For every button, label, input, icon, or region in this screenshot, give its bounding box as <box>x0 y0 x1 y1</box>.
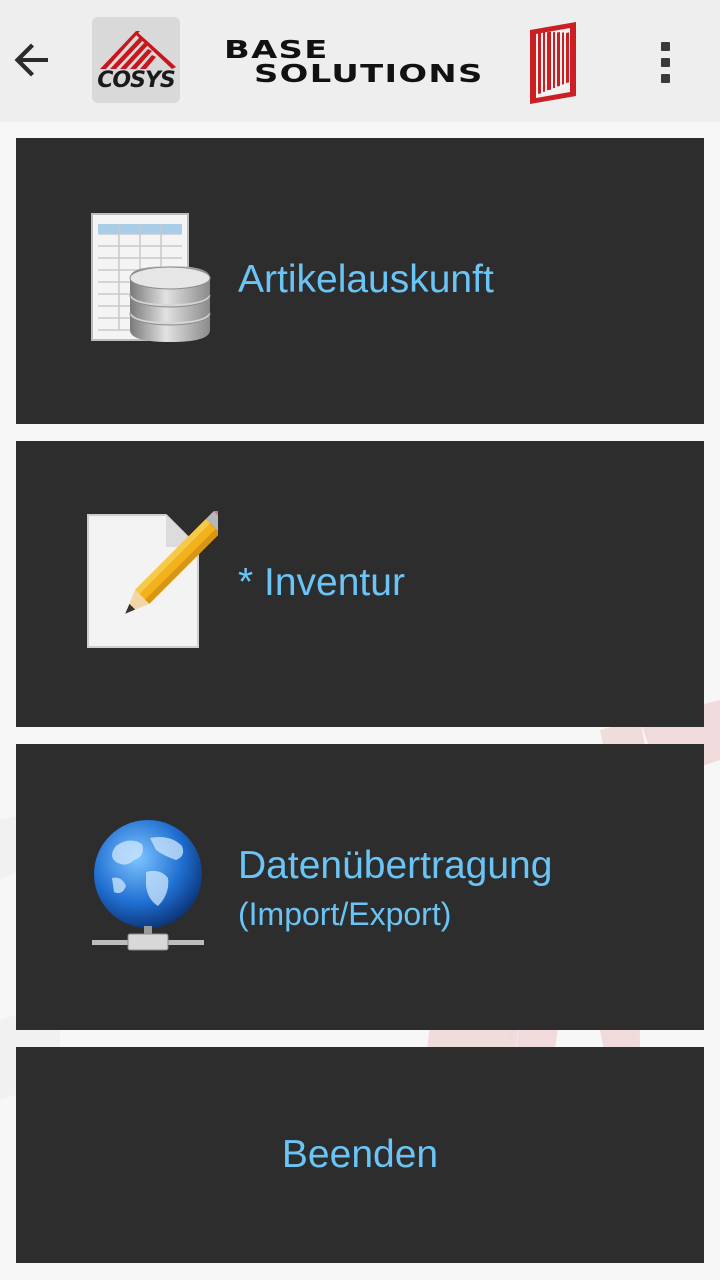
back-button[interactable] <box>4 30 60 90</box>
more-vert-icon-dot <box>660 73 670 83</box>
arrow-left-icon <box>14 43 48 77</box>
network-globe-icon <box>92 820 204 951</box>
barcode-icon <box>530 22 576 104</box>
app-screen: COSYS BASE SOLUTIONS Artikelauskunft * I… <box>0 0 720 1280</box>
document-pencil-icon <box>87 511 218 648</box>
menu-tile-beenden[interactable]: Beenden <box>16 1047 704 1263</box>
tile-label: * Inventur <box>238 561 405 604</box>
tile-label: Datenübertragung <box>238 844 553 887</box>
more-vert-icon <box>660 41 670 51</box>
app-toolbar: COSYS BASE SOLUTIONS <box>0 0 720 122</box>
menu-tile-artikelauskunft[interactable]: Artikelauskunft <box>16 138 704 424</box>
brand-line-2: SOLUTIONS <box>254 59 484 88</box>
more-options-button[interactable] <box>640 36 690 88</box>
cosys-logo: COSYS <box>92 17 180 103</box>
base-solutions-logo: BASE SOLUTIONS <box>222 37 484 88</box>
barcode-scan-button[interactable] <box>526 20 580 106</box>
more-vert-icon-dot <box>660 57 670 67</box>
menu-tile-inventur[interactable]: * Inventur <box>16 441 704 727</box>
tile-label: Beenden <box>281 1133 439 1176</box>
tile-label: Artikelauskunft <box>238 258 494 301</box>
menu-tile-datenuebertragung[interactable]: Datenübertragung (Import/Export) <box>16 744 704 1030</box>
tile-sublabel: (Import/Export) <box>238 896 452 932</box>
cosys-logo-text: COSYS <box>97 68 175 93</box>
database-table-icon <box>91 213 211 342</box>
